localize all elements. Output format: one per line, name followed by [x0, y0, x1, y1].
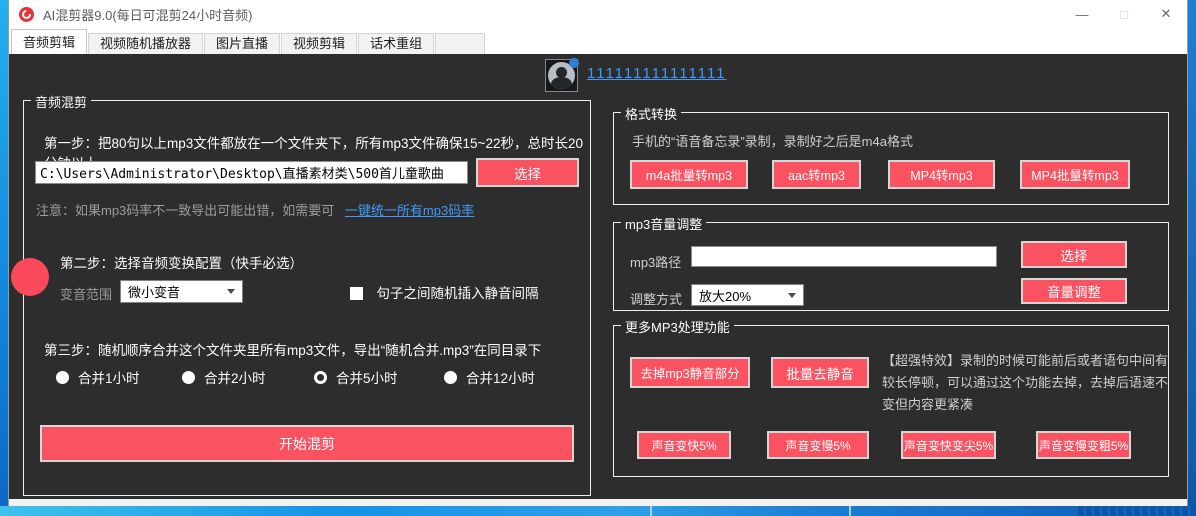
mp3-path-label: mp3路径 [630, 252, 681, 271]
volume-adjust-button[interactable]: 音量调整 [1021, 278, 1127, 304]
speed-up-5-button[interactable]: 声音变快5% [637, 431, 731, 459]
minimize-button[interactable]: — [1061, 0, 1103, 28]
voice-range-label: 变音范围 [60, 284, 112, 303]
avatar-body [551, 77, 572, 89]
slow-down-5-button[interactable]: 声音变慢5% [767, 431, 869, 459]
tab-script-remix[interactable]: 话术重组 [358, 33, 434, 54]
silence-gap-option[interactable]: 句子之间随机插入静音间隔 [350, 282, 538, 303]
merge-5h-radio[interactable] [314, 371, 327, 384]
merge-1h-label: 合并1小时 [78, 367, 140, 387]
merge-1h-option[interactable]: 合并1小时 [56, 367, 140, 387]
merge-2h-option[interactable]: 合并2小时 [182, 367, 266, 387]
select-folder-button[interactable]: 选择 [476, 158, 579, 187]
adjust-method-value: 放大20% [699, 286, 751, 305]
voice-range-select[interactable]: 微小变音 [120, 280, 243, 303]
window-title: AI混剪器9.0(每日可混剪24小时音频) [43, 5, 252, 24]
tab-image-live[interactable]: 图片直播 [204, 33, 280, 54]
merge-12h-label: 合并12小时 [466, 367, 535, 387]
speed-up-sharp-5-button[interactable]: 声音变快变尖5% [901, 431, 996, 459]
silence-gap-label: 句子之间随机插入静音间隔 [376, 286, 538, 301]
merge-12h-radio[interactable] [444, 371, 457, 384]
merge-5h-option[interactable]: 合并5小时 [314, 367, 398, 387]
window-bottom-border [9, 499, 1187, 506]
format-hint: 手机的“语音备忘录”录制，录制好之后是m4a格式 [632, 131, 913, 150]
bitrate-note: 注意：如果mp3码率不一致导出可能出错，如需要可 一键统一所有mp3码率 [36, 200, 474, 219]
merge-5h-label: 合并5小时 [336, 367, 398, 387]
maximize-button[interactable]: □ [1103, 0, 1145, 28]
voice-range-value: 微小变音 [128, 282, 180, 301]
more-mp3-group-title: 更多MP3处理功能 [621, 317, 734, 336]
tab-stub [435, 33, 485, 54]
mp4-batch-to-mp3-button[interactable]: MP4批量转mp3 [1020, 160, 1130, 189]
audio-mix-group: 音频混剪 第一步：把80句以上mp3文件都放在一个文件夹下，所有mp3文件确保1… [23, 100, 591, 496]
desktop-edge-left [0, 0, 8, 516]
start-mix-button[interactable]: 开始混剪 [40, 425, 574, 462]
format-convert-group: 格式转换 手机的“语音备忘录”录制，录制好之后是m4a格式 m4a批量转mp3 … [613, 112, 1169, 205]
tab-bar: 音频剪辑 视频随机播放器 图片直播 视频剪辑 话术重组 [9, 28, 1187, 54]
desktop-edge-right [1188, 0, 1196, 516]
mp4-to-mp3-button[interactable]: MP4转mp3 [888, 160, 995, 189]
record-indicator-circle [11, 258, 49, 296]
volume-adjust-group-title: mp3音量调整 [621, 214, 706, 233]
super-effect-tip: 【超强特效】录制的时候可能前后或者语句中间有较长停顿，可以通过这个功能去掉，去掉… [882, 350, 1168, 416]
step2-instruction: 第二步：选择音频变换配置（快手必选） [60, 252, 303, 272]
mp3-path-input[interactable] [691, 246, 997, 267]
chevron-down-icon [788, 293, 796, 298]
account-link[interactable]: 111111111111111 [587, 65, 727, 82]
tab-audio-edit[interactable]: 音频剪辑 [11, 29, 87, 54]
desktop-taskbar-strip [0, 506, 1196, 516]
close-button[interactable]: ✕ [1145, 0, 1187, 28]
desktop-window-edge [849, 506, 851, 516]
desktop: AI混剪器9.0(每日可混剪24小时音频) — □ ✕ 音频剪辑 视频随机播放器… [0, 0, 1196, 516]
audio-mix-group-title: 音频混剪 [31, 92, 91, 111]
batch-remove-silence-button[interactable]: 批量去静音 [771, 357, 869, 388]
chevron-down-icon [227, 289, 235, 294]
avatar[interactable] [545, 59, 578, 92]
titlebar[interactable]: AI混剪器9.0(每日可混剪24小时音频) — □ ✕ [9, 0, 1187, 28]
step3-instruction: 第三步：随机顺序合并这个文件夹里所有mp3文件，导出“随机合并.mp3”在同目录… [44, 339, 584, 359]
app-logo-icon [19, 7, 34, 22]
window-controls: — □ ✕ [1061, 0, 1187, 28]
tab-video-edit[interactable]: 视频剪辑 [281, 33, 357, 54]
more-mp3-group: 更多MP3处理功能 去掉mp3静音部分 批量去静音 【超强特效】录制的时候可能前… [613, 325, 1169, 477]
unify-bitrate-link[interactable]: 一键统一所有mp3码率 [345, 203, 474, 218]
m4a-batch-to-mp3-button[interactable]: m4a批量转mp3 [630, 160, 748, 189]
volume-select-button[interactable]: 选择 [1021, 241, 1127, 268]
format-convert-group-title: 格式转换 [621, 104, 681, 123]
merge-12h-option[interactable]: 合并12小时 [444, 367, 535, 387]
merge-2h-label: 合并2小时 [204, 367, 266, 387]
avatar-badge-icon [569, 58, 579, 68]
adjust-method-select[interactable]: 放大20% [691, 284, 804, 306]
merge-2h-radio[interactable] [182, 371, 195, 384]
silence-gap-checkbox[interactable] [350, 287, 363, 300]
desktop-window-stripes [1078, 506, 1196, 516]
app-window: AI混剪器9.0(每日可混剪24小时音频) — □ ✕ 音频剪辑 视频随机播放器… [8, 0, 1188, 506]
folder-path-input[interactable] [35, 161, 468, 184]
remove-silence-button[interactable]: 去掉mp3静音部分 [630, 357, 750, 388]
adjust-method-label: 调整方式 [630, 289, 682, 308]
tab-video-random-player[interactable]: 视频随机播放器 [88, 33, 203, 54]
desktop-window-edge [650, 506, 652, 516]
bitrate-note-text: 注意：如果mp3码率不一致导出可能出错，如需要可 [36, 203, 334, 218]
merge-1h-radio[interactable] [56, 371, 69, 384]
volume-adjust-group: mp3音量调整 mp3路径 选择 调整方式 放大20% 音量调整 [613, 222, 1169, 311]
content-area: 111111111111111 音频混剪 第一步：把80句以上mp3文件都放在一… [9, 54, 1187, 499]
slow-down-deep-5-button[interactable]: 声音变慢变粗5% [1036, 431, 1131, 459]
aac-to-mp3-button[interactable]: aac转mp3 [772, 160, 861, 189]
